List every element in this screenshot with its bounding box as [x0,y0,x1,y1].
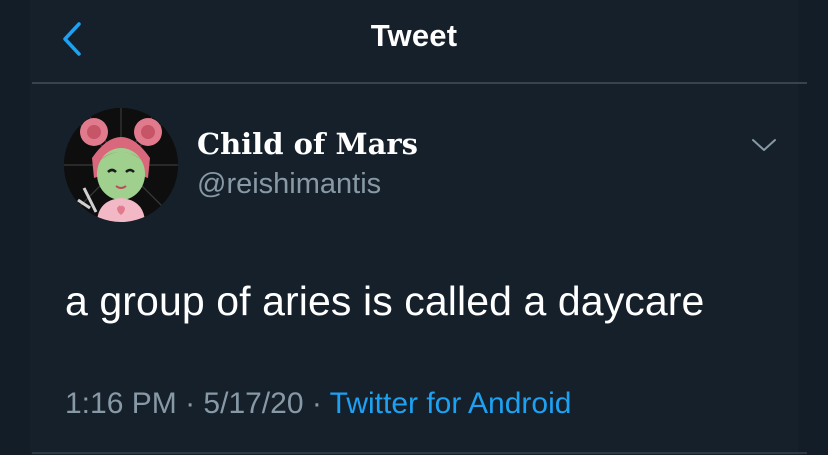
meta-separator: · [185,387,196,420]
meta-separator: · [311,387,322,420]
avatar[interactable] [64,108,178,222]
tweet-detail-screen: Tweet Child of Mars @reishimantis a grou… [0,0,828,455]
tweet-time: 1:16 PM [65,387,177,420]
header-divider [32,82,807,84]
chevron-down-icon [752,139,776,151]
profile-avatar-icon [64,108,178,222]
user-handle[interactable]: @reishimantis [197,168,381,201]
tweet-source-link[interactable]: Twitter for Android [330,387,572,420]
tweet-menu-button[interactable] [748,132,780,158]
tweet-date: 5/17/20 [203,387,304,420]
page-title: Tweet [370,18,458,53]
display-name[interactable]: Child of Mars [197,127,418,161]
top-bar: Tweet [0,0,828,82]
tweet-text: a group of aries is called a daycare [65,278,705,324]
tweet-metadata: 1:16 PM · 5/17/20 · Twitter for Android [65,387,571,421]
content-divider [32,452,807,454]
